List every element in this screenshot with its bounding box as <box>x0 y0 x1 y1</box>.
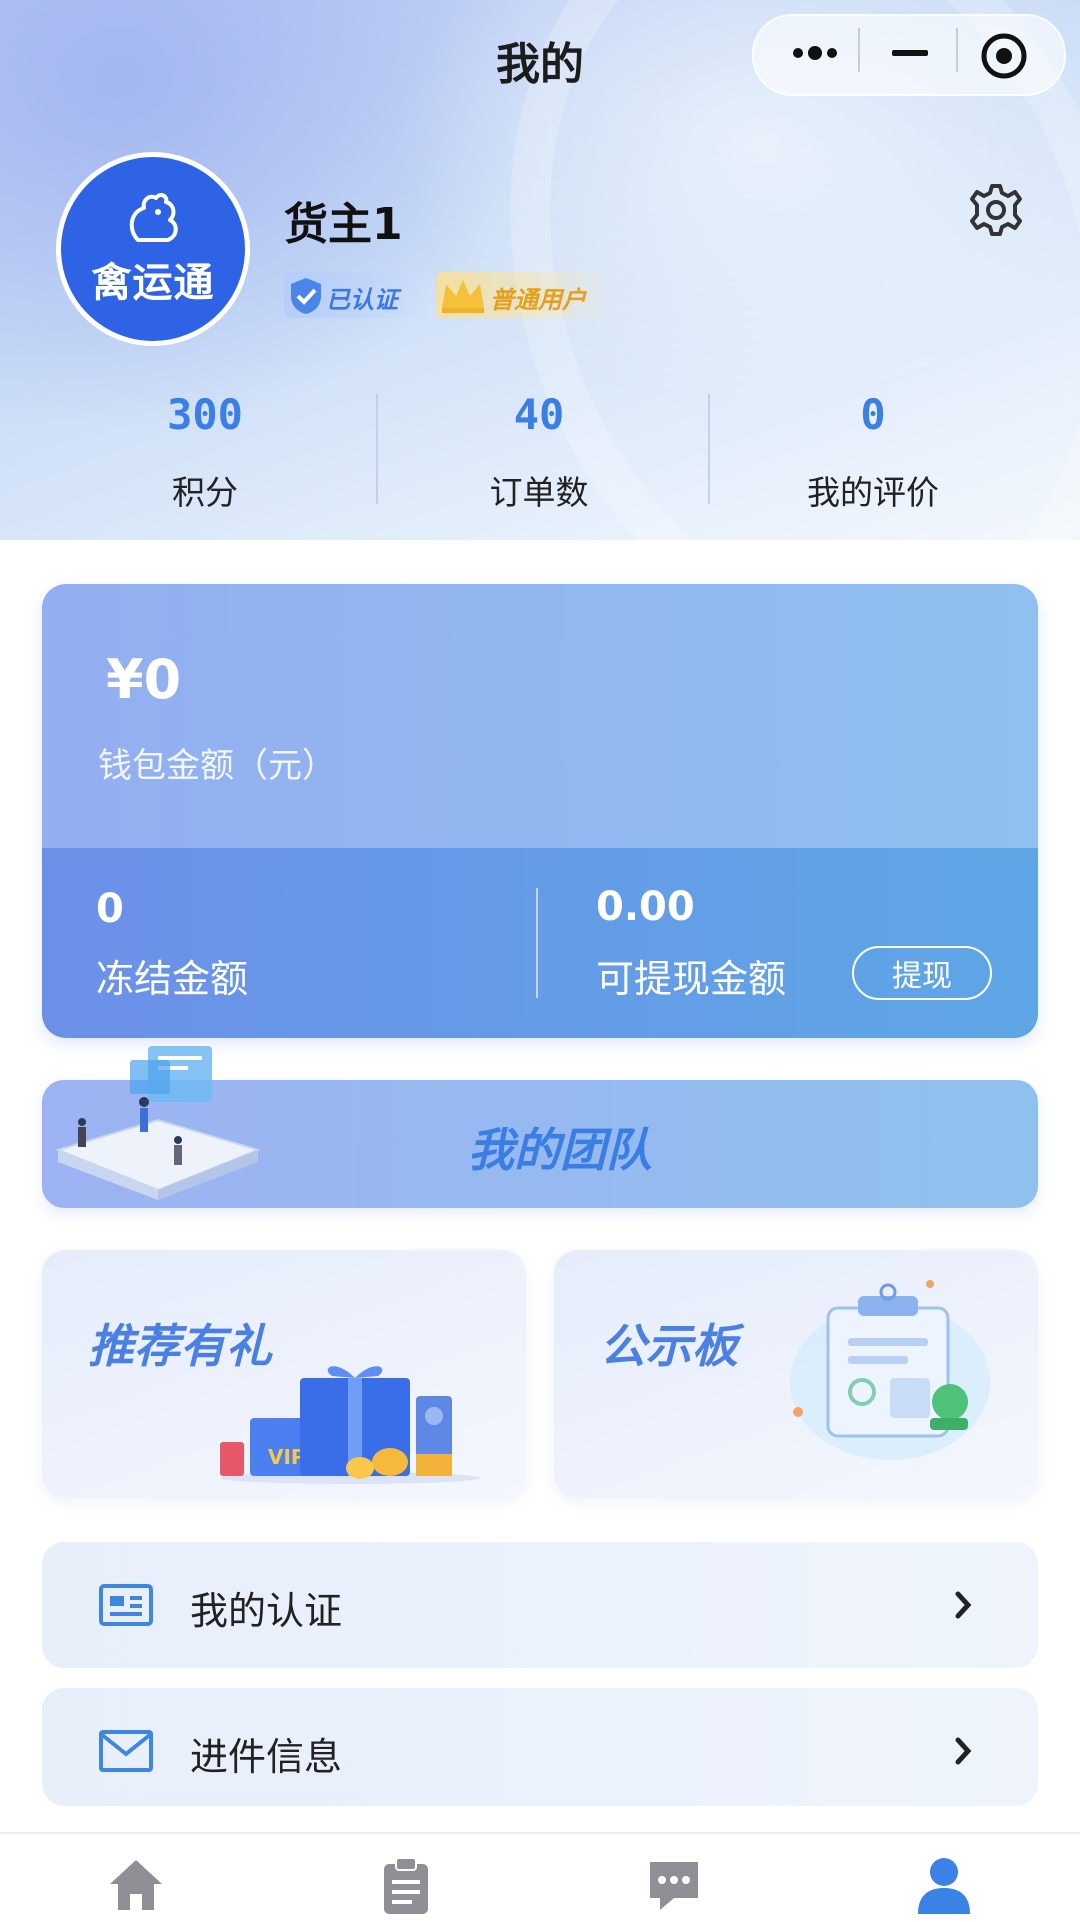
username: 货主1 <box>284 199 403 250</box>
user-icon[interactable] <box>914 1854 974 1914</box>
wallet-divider <box>536 888 538 998</box>
crown-icon <box>442 280 484 313</box>
wallet-total-amount: ¥0 <box>106 648 182 711</box>
wallet-details <box>42 848 1038 1038</box>
notice-board-title: 公示板 <box>600 1319 738 1373</box>
wallet-card[interactable]: ¥0 钱包金额（元） 0 冻结金额 0.00 可提现金额 提现 <box>42 584 1038 1038</box>
points-value[interactable]: 300 <box>40 390 370 439</box>
frozen-amount-label: 冻结金额 <box>96 957 249 1001</box>
verified-badge-label: 已认证 <box>326 286 398 314</box>
avatar-logo-text: 禽运通 <box>91 260 215 306</box>
gift-box-illustration-icon: VIP <box>220 1366 480 1484</box>
more-icon[interactable] <box>790 30 840 76</box>
menu-item-my-certification[interactable]: 我的认证 <box>42 1542 1038 1668</box>
menu-item-label: 进件信息 <box>190 1735 343 1779</box>
clipboard-icon[interactable] <box>376 1854 436 1914</box>
chevron-right-icon <box>955 1737 972 1765</box>
home-icon[interactable] <box>106 1854 166 1914</box>
close-miniprogram-icon[interactable] <box>978 30 1030 82</box>
id-card-icon <box>99 1584 153 1626</box>
withdrawable-amount-label: 可提现金额 <box>596 957 787 1001</box>
reviews-value[interactable]: 0 <box>708 390 1038 439</box>
wallet-summary <box>42 584 1038 848</box>
team-book-illustration-icon <box>54 1046 262 1200</box>
frozen-amount-value: 0 <box>96 886 124 932</box>
withdrawable-amount-value: 0.00 <box>596 884 695 930</box>
orders-label[interactable]: 订单数 <box>374 466 704 514</box>
withdraw-button[interactable]: 提现 <box>852 946 992 1000</box>
points-label[interactable]: 积分 <box>40 466 370 514</box>
minimize-icon[interactable] <box>888 30 932 76</box>
orders-value[interactable]: 40 <box>374 390 704 439</box>
menu-item-label: 我的认证 <box>190 1589 343 1633</box>
capsule-divider <box>956 28 958 72</box>
gift-vip-tag: VIP <box>268 1445 306 1469</box>
menu-item-onboarding-info[interactable]: 进件信息 <box>42 1688 1038 1806</box>
verified-badge: 已认证 <box>284 272 434 318</box>
shield-check-icon <box>291 278 321 314</box>
reviews-label[interactable]: 我的评价 <box>708 466 1038 514</box>
rooster-logo-icon <box>129 193 178 242</box>
mail-icon <box>99 1730 153 1772</box>
clipboard-stamp-illustration-icon <box>790 1280 990 1460</box>
avatar[interactable]: 禽运通 <box>56 152 250 346</box>
user-level-badge: 普通用户 <box>436 272 606 318</box>
chevron-right-icon <box>955 1591 972 1619</box>
user-level-label: 普通用户 <box>490 286 586 314</box>
capsule-divider <box>858 28 860 72</box>
settings-gear-icon[interactable] <box>966 180 1026 240</box>
chat-icon[interactable] <box>644 1854 704 1914</box>
wallet-total-label: 钱包金额（元） <box>98 746 336 786</box>
